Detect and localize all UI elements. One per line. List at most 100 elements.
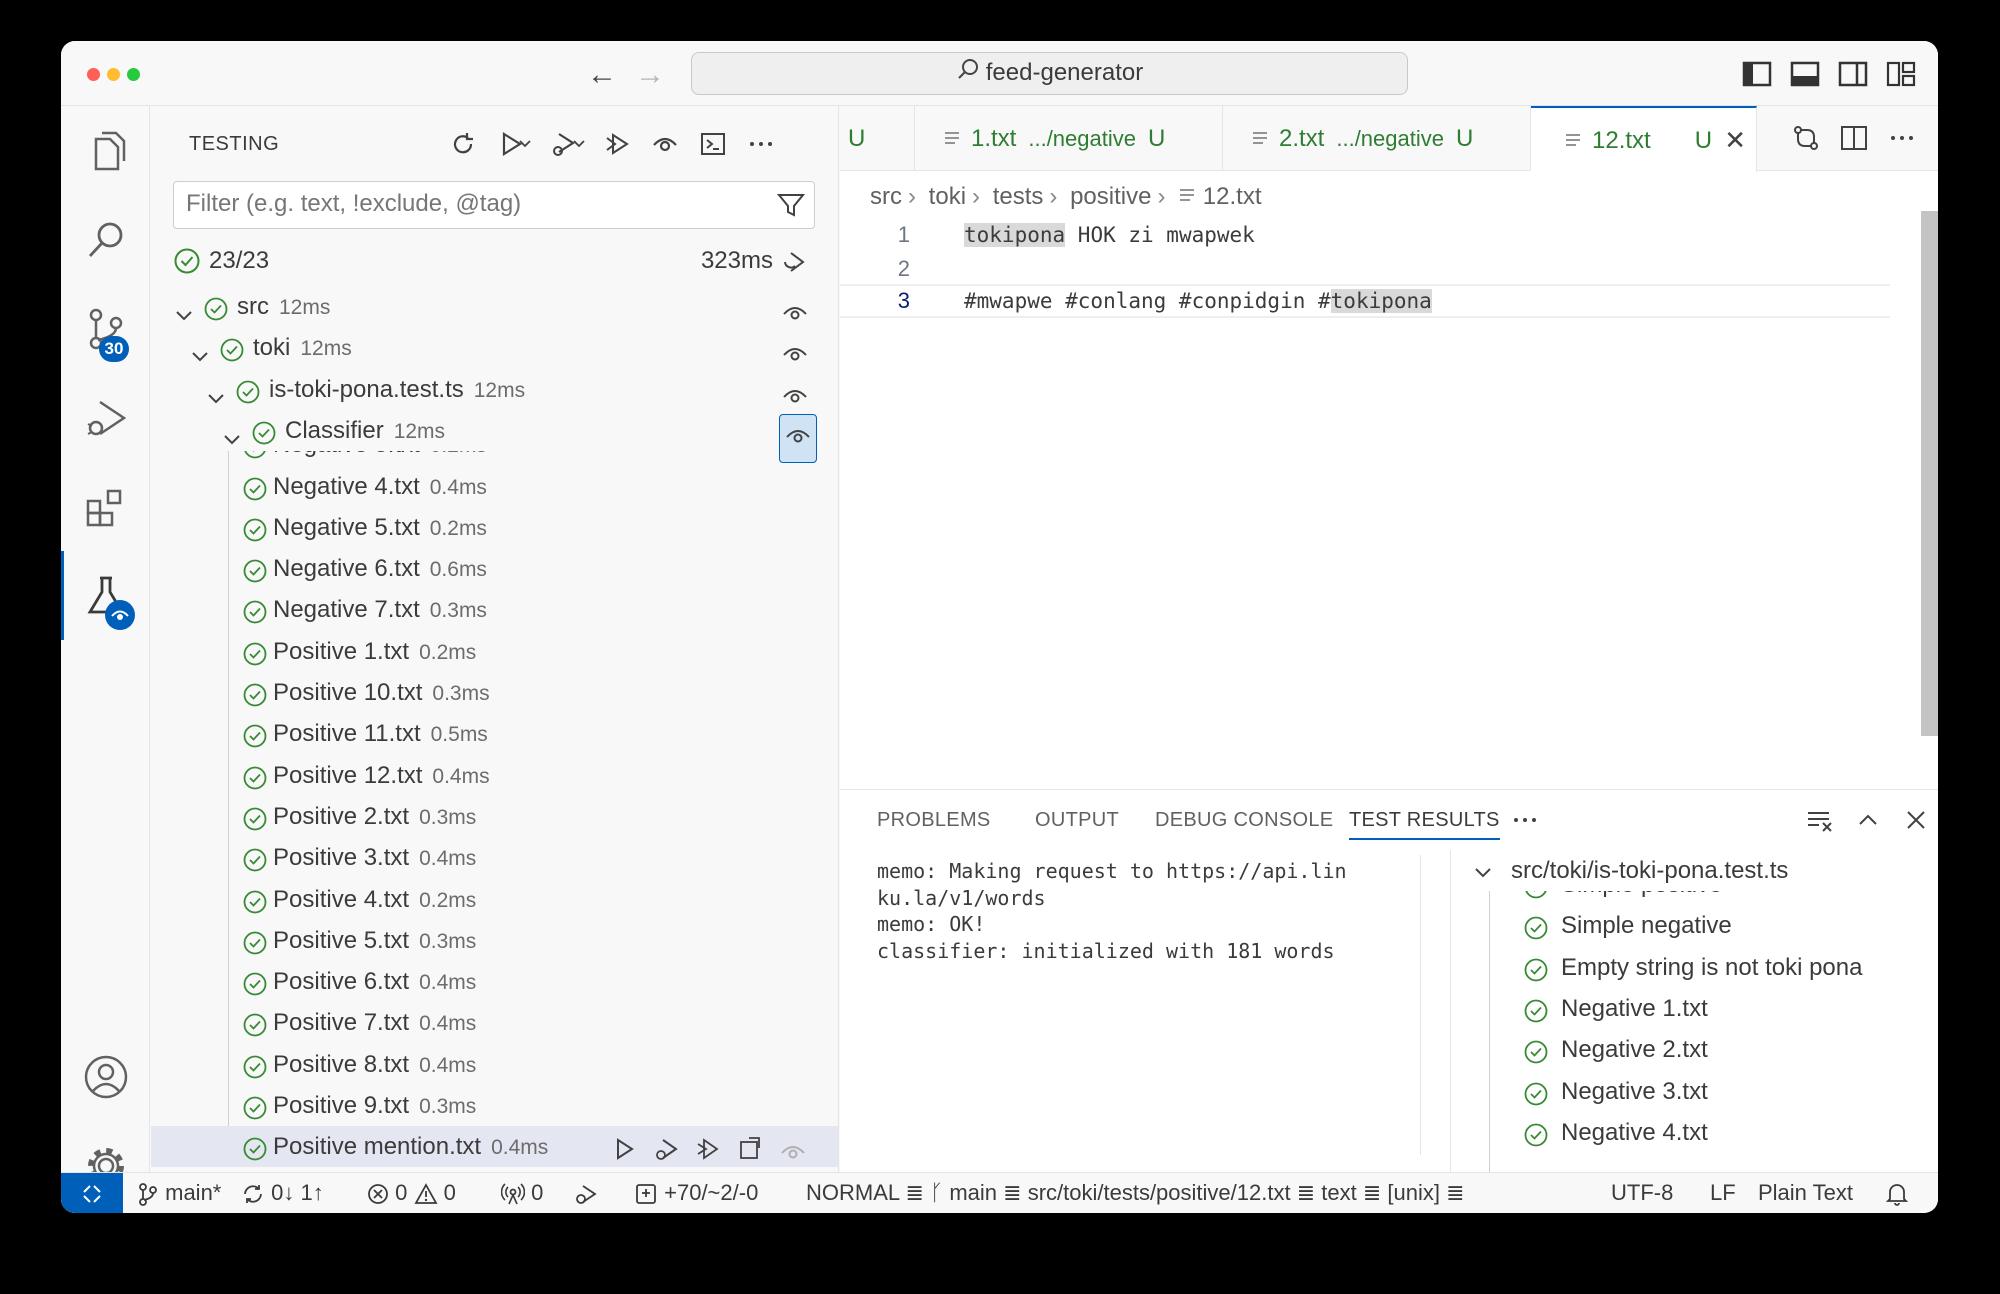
more-actions-icon[interactable] [741,124,781,164]
test-row[interactable]: Positive 1.txt 0.2ms [151,631,838,672]
status-encoding[interactable]: UTF-8 [1611,1173,1673,1213]
close-tab-icon[interactable]: ✕ [1724,108,1746,173]
result-row[interactable]: Empty string is not toki pona [1451,947,1938,988]
zoom-window-button[interactable] [127,68,140,81]
breadcrumb-item[interactable]: positive [1070,183,1151,210]
maximize-panel-icon[interactable] [1848,800,1888,840]
activity-explorer[interactable] [61,106,150,195]
test-row[interactable]: Positive 9.txt 0.3ms [151,1085,838,1126]
activity-extensions[interactable] [61,462,150,551]
rerun-icon[interactable] [781,247,811,277]
test-row[interactable]: Negative 7.txt 0.3ms [151,589,838,630]
breadcrumb-item[interactable]: 12.txt [1203,183,1262,210]
panel-tab-problems[interactable]: PROBLEMS [877,790,991,850]
toggle-secondary-sidebar-icon[interactable] [1836,57,1870,91]
test-row[interactable]: Negative 5.txt 0.2ms [151,507,838,548]
test-output-terminal[interactable]: memo: Making request to https://api.lin … [877,858,1405,964]
test-filter-input[interactable] [174,182,754,226]
result-row[interactable]: Negative 1.txt [1451,988,1938,1029]
status-sync[interactable]: 0↓ 1↑ [241,1173,324,1213]
forward-arrow-icon[interactable]: → [630,55,670,95]
toggle-primary-sidebar-icon[interactable] [1740,57,1774,91]
refresh-tests-icon[interactable] [443,124,483,164]
toggle-panel-icon[interactable] [1788,57,1822,91]
result-row[interactable]: Negative 2.txt [1451,1029,1938,1070]
debug-options-chevron-icon[interactable] [567,124,591,164]
test-row[interactable]: Positive 8.txt 0.4ms [151,1044,838,1085]
close-panel-icon[interactable] [1896,800,1936,840]
split-editor-icon[interactable] [1834,118,1874,158]
test-row[interactable]: Positive 2.txt 0.3ms [151,796,838,837]
result-row[interactable]: Simple negative [1451,905,1938,946]
continuous-run-eye-icon[interactable] [645,124,685,164]
activity-accounts[interactable] [61,1032,150,1121]
activity-run-debug[interactable] [61,373,150,462]
tab-status: U [1148,125,1166,152]
run-coverage-icon[interactable] [695,1134,721,1172]
activity-search[interactable] [61,195,150,284]
test-row[interactable]: Positive 3.txt 0.4ms [151,837,838,878]
status-ports[interactable]: 0 [500,1173,543,1213]
activity-testing[interactable] [61,551,150,640]
show-output-terminal-icon[interactable] [693,124,733,164]
run-with-coverage-icon[interactable] [597,124,637,164]
customize-layout-icon[interactable] [1884,57,1918,91]
tree-row-is-toki-pona-test-ts[interactable]: is-toki-pona.test.ts 12ms [151,369,838,410]
tree-row-classifier[interactable]: Classifier 12ms [151,409,838,463]
breadcrumb-item[interactable]: toki [929,183,966,210]
activity-source-control[interactable]: 30 [61,284,150,373]
continuous-run-eye-icon[interactable] [779,413,817,463]
continuous-run-eye-icon[interactable] [779,1134,807,1172]
status-changes[interactable]: +70/~2/-0 [634,1173,758,1213]
results-file-row[interactable]: src/toki/is-toki-pona.test.ts [1451,850,1938,891]
result-row[interactable]: Negative 3.txt [1451,1071,1938,1112]
test-row[interactable]: Positive 5.txt 0.3ms [151,920,838,961]
tab-partial[interactable]: U [840,106,915,171]
status-debug[interactable] [573,1173,599,1213]
panel-more-icon[interactable] [1505,800,1545,840]
tree-row-toki[interactable]: toki 12ms [151,327,838,368]
status-language[interactable]: Plain Text [1758,1173,1853,1213]
test-row[interactable]: Positive 6.txt 0.4ms [151,961,838,1002]
tab-label: 12.txt [1592,127,1651,154]
result-row[interactable]: Negative 4.txt [1451,1112,1938,1153]
tab-12-txt[interactable]: 12.txt U ✕ [1531,106,1757,172]
test-row[interactable]: Positive 4.txt 0.2ms [151,879,838,920]
summary-time: 323ms [700,247,773,274]
tab-1-txt[interactable]: 1.txt .../negative U [915,106,1223,171]
panel-tab-debug-console[interactable]: DEBUG CONSOLE [1155,790,1333,850]
back-arrow-icon[interactable]: ← [582,55,622,95]
test-duration: 0.3ms [419,805,477,829]
status-eol[interactable]: LF [1710,1173,1736,1213]
debug-test-icon[interactable] [653,1134,679,1172]
status-problems[interactable]: 0 0 [367,1173,456,1213]
status-branch[interactable]: main* [137,1173,221,1213]
test-row[interactable]: Positive 10.txt 0.3ms [151,672,838,713]
run-test-icon[interactable] [611,1134,637,1172]
tree-row-src[interactable]: src 12ms [151,286,838,327]
panel-tab-output[interactable]: OUTPUT [1035,790,1119,850]
notifications-bell-icon[interactable] [1885,1173,1909,1213]
chevron-down-icon[interactable] [222,421,242,462]
command-center-search[interactable]: feed-generator [691,52,1408,95]
go-to-test-icon[interactable] [737,1134,763,1172]
open-changes-icon[interactable] [1786,118,1826,158]
editor-more-actions-icon[interactable] [1882,118,1922,158]
test-row[interactable]: Positive 11.txt 0.5ms [151,713,838,754]
editor-scrollbar[interactable] [1921,211,1938,736]
panel-tab-test-results[interactable]: TEST RESULTS [1349,790,1500,850]
clear-results-icon[interactable] [1800,800,1840,840]
filter-icon[interactable] [776,190,806,225]
tab-2-txt[interactable]: 2.txt .../negative U [1223,106,1531,171]
test-row[interactable]: Negative 6.txt 0.6ms [151,548,838,589]
vim-branch: main [949,1180,998,1205]
breadcrumb-item[interactable]: tests [993,183,1044,210]
close-window-button[interactable] [87,68,100,81]
test-row[interactable]: Positive 12.txt 0.4ms [151,755,838,796]
minimize-window-button[interactable] [107,68,120,81]
remote-indicator[interactable] [61,1173,123,1213]
run-options-chevron-icon[interactable] [513,124,537,164]
test-row[interactable]: Positive mention.txt 0.4ms [151,1126,838,1168]
test-row[interactable]: Positive 7.txt 0.4ms [151,1002,838,1043]
breadcrumb-item[interactable]: src [870,183,902,210]
